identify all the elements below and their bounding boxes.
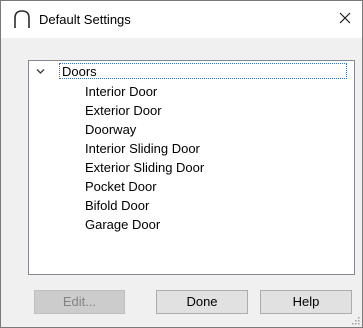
tree-item-pocket-door[interactable]: Pocket Door bbox=[85, 177, 204, 196]
tree-item-garage-door[interactable]: Garage Door bbox=[85, 215, 204, 234]
close-button[interactable] bbox=[330, 5, 360, 31]
tree-item-exterior-door[interactable]: Exterior Door bbox=[85, 101, 204, 120]
chevron-down-icon[interactable] bbox=[35, 66, 46, 77]
tree-item-doorway[interactable]: Doorway bbox=[85, 120, 204, 139]
tree-item-interior-door[interactable]: Interior Door bbox=[85, 82, 204, 101]
help-button[interactable]: Help bbox=[260, 290, 352, 314]
tree-item-bifold-door[interactable]: Bifold Door bbox=[85, 196, 204, 215]
tree-item-doors[interactable]: Doors bbox=[29, 63, 354, 80]
tree-item-exterior-sliding-door[interactable]: Exterior Sliding Door bbox=[85, 158, 204, 177]
tree-children: Interior Door Exterior Door Doorway Inte… bbox=[85, 82, 204, 234]
title-bar[interactable]: Default Settings bbox=[1, 1, 362, 38]
default-settings-dialog: Default Settings Doors Interior Door Ext… bbox=[0, 0, 363, 328]
resize-grip-icon[interactable] bbox=[350, 315, 360, 325]
arch-icon bbox=[14, 10, 30, 28]
done-button[interactable]: Done bbox=[156, 290, 248, 314]
tree-item-interior-sliding-door[interactable]: Interior Sliding Door bbox=[85, 139, 204, 158]
close-icon bbox=[339, 12, 351, 24]
settings-tree[interactable]: Doors Interior Door Exterior Door Doorwa… bbox=[28, 60, 355, 275]
edit-button[interactable]: Edit... bbox=[34, 290, 125, 314]
tree-item-label[interactable]: Doors bbox=[59, 63, 347, 79]
window-title: Default Settings bbox=[39, 12, 131, 27]
